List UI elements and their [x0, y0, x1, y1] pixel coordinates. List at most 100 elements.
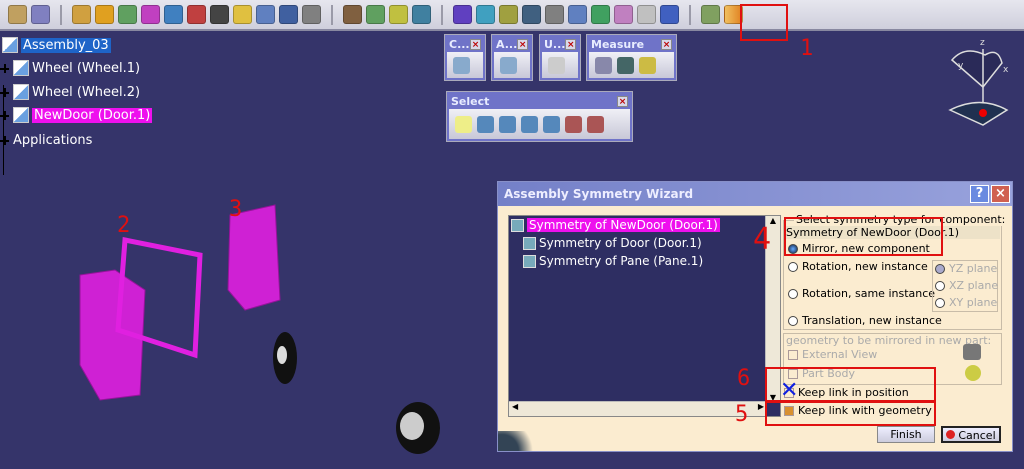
expand-icon[interactable] [0, 63, 9, 73]
tree-item-label: Wheel (Wheel.2) [32, 84, 141, 100]
horizontal-scrollbar[interactable]: ◀ ▶ [509, 401, 767, 416]
radio-icon[interactable] [935, 281, 945, 291]
toolbar-separator [689, 4, 691, 25]
option-rotation-new[interactable]: Rotation, new instance [788, 260, 928, 273]
toolbar-icon[interactable] [8, 5, 27, 24]
compass-icon[interactable]: z x y [940, 35, 1015, 130]
toolbar-icon[interactable] [591, 5, 610, 24]
palette-select[interactable]: Select × [446, 91, 633, 142]
palette-measure[interactable]: Measure × [586, 34, 677, 81]
external-view-checkbox[interactable]: External View [788, 348, 877, 361]
measure-item-icon[interactable] [617, 56, 634, 74]
toolbar-icon[interactable] [95, 5, 114, 24]
expand-icon[interactable] [0, 135, 9, 145]
radio-icon[interactable] [788, 316, 798, 326]
option-translation[interactable]: Translation, new instance [788, 314, 942, 327]
close-icon[interactable]: × [470, 39, 481, 50]
analysis-icon[interactable] [500, 56, 517, 74]
toolbar-icon[interactable] [210, 5, 229, 24]
door-model[interactable] [79, 204, 281, 401]
palette-u[interactable]: U... × [539, 34, 581, 81]
tree-item-applications[interactable]: Applications [0, 130, 92, 150]
toolbar-icon[interactable] [453, 5, 472, 24]
select-rectangle-icon[interactable] [477, 115, 494, 133]
measure-inertia-icon[interactable] [639, 56, 656, 74]
select-intersect-icon[interactable] [499, 115, 516, 133]
toolbar-icon[interactable] [522, 5, 541, 24]
catalog-icon[interactable] [453, 56, 470, 74]
radio-icon[interactable] [788, 262, 798, 272]
component-icon [13, 60, 29, 76]
toolbar-icon[interactable] [256, 5, 275, 24]
symmetry-tree-item[interactable]: Symmetry of Pane (Pane.1) [523, 254, 703, 268]
toolbar-icon[interactable] [660, 5, 679, 24]
palette-title: Measure [591, 38, 645, 51]
toolbar-icon[interactable] [701, 5, 720, 24]
toolbar-icon[interactable] [233, 5, 252, 24]
close-button[interactable]: × [991, 185, 1010, 203]
symmetry-tree-item[interactable]: Symmetry of NewDoor (Door.1) [511, 218, 720, 232]
plane-xy[interactable]: XY plane [935, 296, 997, 309]
z-axis-label: z [980, 38, 985, 48]
select-arrow-icon[interactable] [455, 115, 472, 133]
radio-icon[interactable] [935, 298, 945, 308]
tree-item-wheel-1[interactable]: Wheel (Wheel.1) [0, 58, 140, 78]
toolbar-icon[interactable] [279, 5, 298, 24]
wheel-model[interactable] [273, 332, 440, 454]
3d-viewport[interactable] [60, 200, 460, 460]
toolbar-icon[interactable] [499, 5, 518, 24]
toolbar-icon[interactable] [72, 5, 91, 24]
toolbar-icon[interactable] [637, 5, 656, 24]
expand-icon[interactable] [0, 87, 9, 97]
checkbox-icon[interactable] [788, 350, 798, 360]
symmetry-tree-item[interactable]: Symmetry of Door (Door.1) [523, 236, 702, 250]
select-outside-icon[interactable] [565, 115, 582, 133]
close-icon[interactable]: × [517, 39, 528, 50]
update-icon[interactable] [548, 56, 565, 74]
toolbar-icon[interactable] [187, 5, 206, 24]
close-icon[interactable]: × [617, 96, 628, 107]
select-outside-intersect-icon[interactable] [587, 115, 604, 133]
toolbar-icon[interactable] [476, 5, 495, 24]
tree-item-newdoor[interactable]: NewDoor (Door.1) [0, 105, 153, 125]
toolbar-icon[interactable] [164, 5, 183, 24]
tree-item-label: Applications [13, 132, 93, 148]
help-button[interactable]: ? [970, 185, 989, 203]
toolbar-icon[interactable] [118, 5, 137, 24]
toolbar-separator [60, 4, 62, 25]
option-label: Translation, new instance [802, 314, 942, 327]
tree-item-label: Symmetry of Pane (Pane.1) [539, 254, 704, 268]
measure-between-icon[interactable] [595, 56, 612, 74]
toolbar-icon[interactable] [31, 5, 50, 24]
toolbar-icon[interactable] [302, 5, 321, 24]
close-icon[interactable]: × [661, 39, 672, 50]
toolbar-icon[interactable] [141, 5, 160, 24]
plane-xz[interactable]: XZ plane [935, 279, 998, 292]
finish-button[interactable]: Finish [877, 426, 935, 443]
toolbar-icon[interactable] [366, 5, 385, 24]
tree-item-label: Symmetry of Door (Door.1) [539, 236, 702, 250]
radio-icon[interactable] [935, 264, 945, 274]
expand-icon[interactable] [0, 110, 9, 120]
toolbar-icon[interactable] [568, 5, 587, 24]
toolbar-icon[interactable] [343, 5, 362, 24]
toolbar-icon[interactable] [545, 5, 564, 24]
plane-yz[interactable]: YZ plane [935, 262, 997, 275]
palette-a[interactable]: A... × [491, 34, 533, 81]
palette-c[interactable]: C... × [444, 34, 486, 81]
component-icon [13, 84, 29, 100]
annotation-box-4 [784, 217, 943, 256]
tree-root[interactable]: Assembly_03 [2, 35, 111, 55]
dialog-titlebar[interactable]: Assembly Symmetry Wizard? × [498, 182, 1012, 206]
close-icon[interactable]: × [565, 39, 576, 50]
select-trap-icon[interactable] [543, 115, 560, 133]
radio-icon[interactable] [788, 289, 798, 299]
cancel-button[interactable]: Cancel [941, 426, 1001, 443]
tree-item-wheel-2[interactable]: Wheel (Wheel.2) [0, 82, 140, 102]
select-polygon-icon[interactable] [521, 115, 538, 133]
option-rotation-same[interactable]: Rotation, same instance [788, 287, 935, 300]
toolbar-icon[interactable] [614, 5, 633, 24]
toolbar-icon[interactable] [412, 5, 431, 24]
toolbar-icon[interactable] [389, 5, 408, 24]
checkbox-label: External View [802, 348, 878, 361]
